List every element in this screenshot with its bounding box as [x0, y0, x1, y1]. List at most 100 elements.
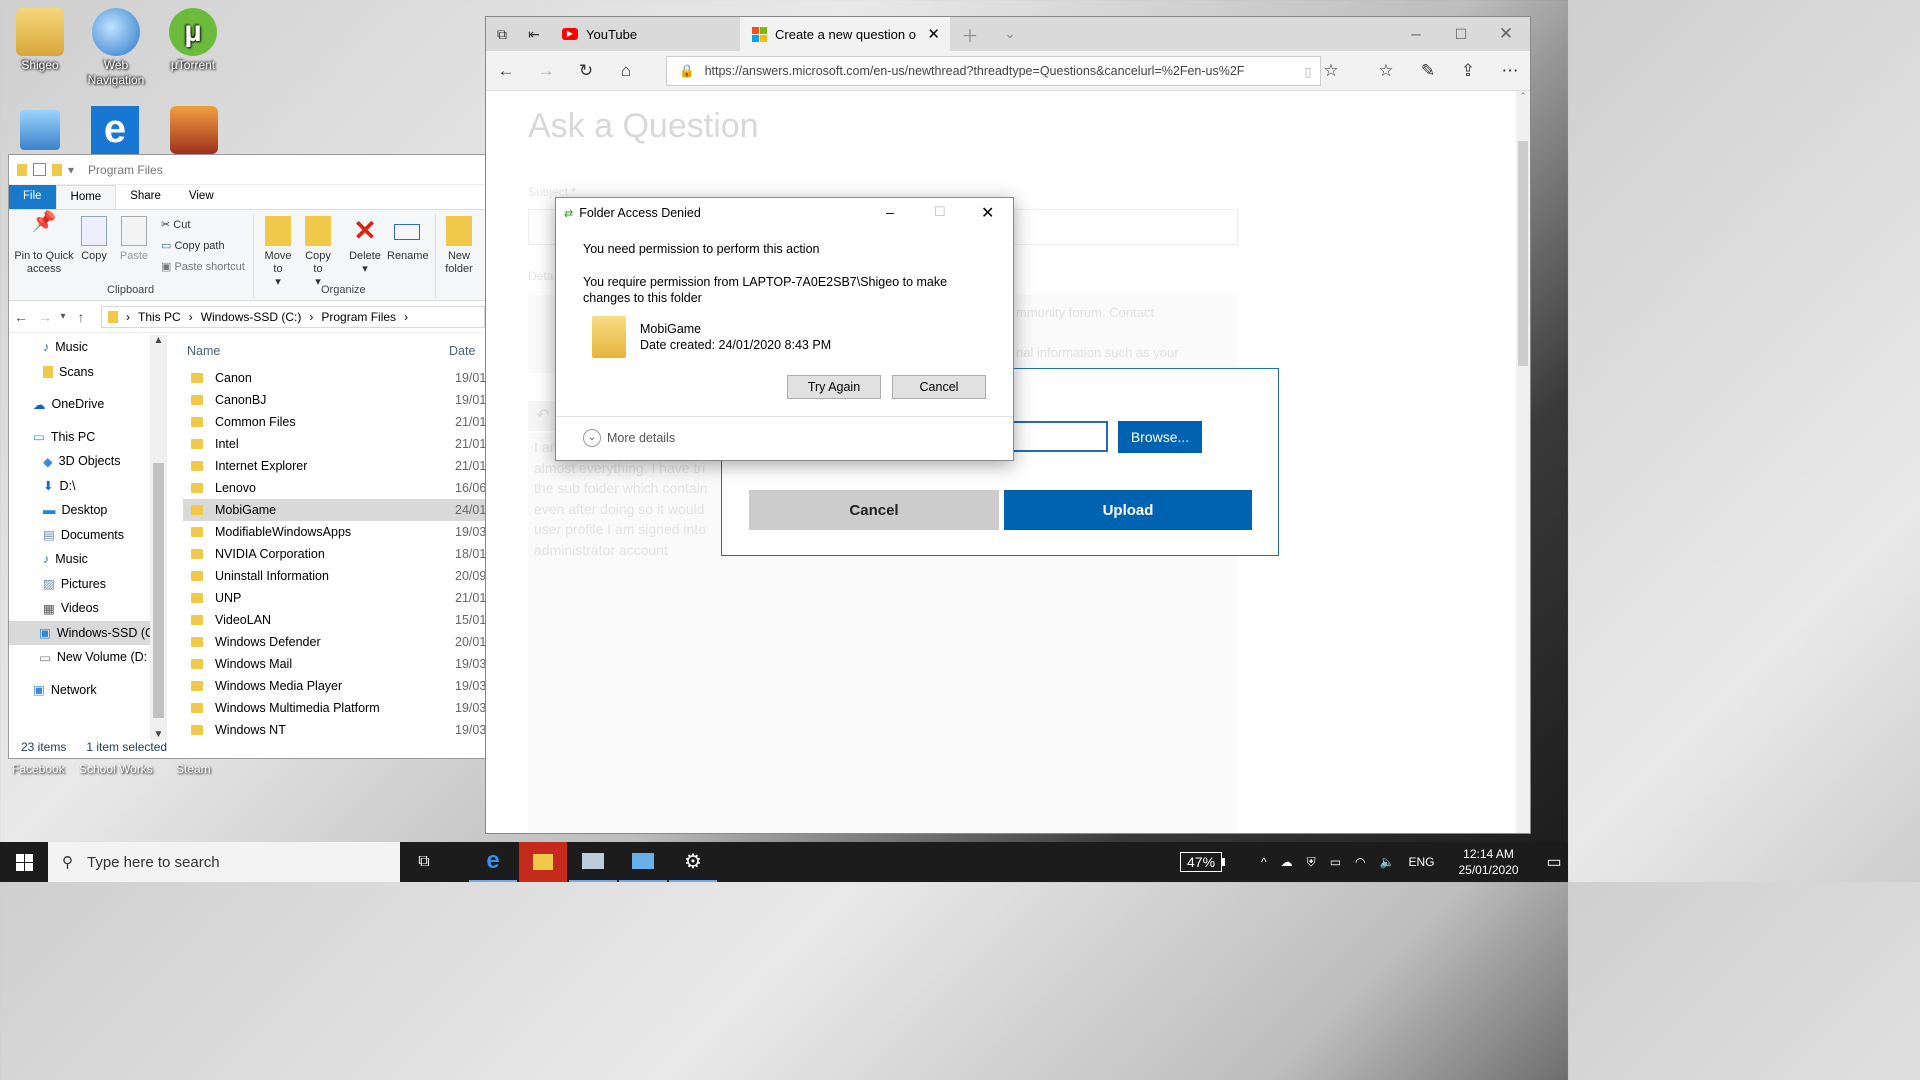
file-row[interactable]: Windows Defender 20/01	[183, 631, 485, 653]
tab-view[interactable]: View	[175, 185, 228, 209]
tab-list-chevron-icon[interactable]: ⌄	[990, 26, 1030, 42]
file-row[interactable]: Internet Explorer 21/01	[183, 455, 485, 477]
nav-item-music[interactable]: ♪ Music	[9, 335, 167, 360]
properties-icon[interactable]	[33, 163, 46, 176]
file-row[interactable]: Common Files 21/01	[183, 411, 485, 433]
copy-button[interactable]: Copy	[77, 216, 111, 263]
scroll-down-icon[interactable]: ▼	[150, 729, 167, 740]
more-options-icon[interactable]: ⋯	[1490, 61, 1530, 81]
file-row[interactable]: CanonBJ 19/01	[183, 389, 485, 411]
delete-button[interactable]: ✕ Delete ▾	[347, 216, 383, 276]
desktop-label-steam[interactable]: Steam	[176, 762, 211, 776]
app-taskbar-icon-2[interactable]	[619, 842, 667, 882]
nav-item-new-volume[interactable]: ▭ New Volume (D:	[9, 645, 167, 670]
nav-item-onedrive[interactable]: ☁ OneDrive	[9, 392, 167, 417]
close-tab-icon[interactable]: ✕	[927, 25, 940, 43]
task-view-icon[interactable]: ⧉	[400, 842, 448, 882]
nav-item-network[interactable]: ▣ Network	[9, 678, 167, 703]
close-window-icon[interactable]: ✕	[1486, 24, 1526, 44]
tab-preview-icon[interactable]: ⧉	[486, 26, 518, 43]
file-row[interactable]: Lenovo 16/06	[183, 477, 485, 499]
cancel-upload-button[interactable]: Cancel	[749, 490, 999, 530]
nav-item-desktop[interactable]: ▬ Desktop	[9, 498, 167, 523]
back-arrow-icon[interactable]: ←	[9, 309, 33, 325]
show-hidden-icons-chevron-icon[interactable]: ^	[1261, 855, 1267, 869]
paste-button[interactable]: Paste	[117, 216, 151, 263]
tab-share[interactable]: Share	[116, 185, 175, 209]
scroll-up-icon[interactable]: ▲	[150, 335, 167, 346]
set-aside-tabs-icon[interactable]: ⇤	[518, 26, 550, 43]
nav-item-music-2[interactable]: ♪ Music	[9, 547, 167, 572]
cut-button[interactable]: ✂ Cut	[161, 218, 190, 231]
breadcrumb-program-files[interactable]: Program Files	[321, 310, 396, 324]
nav-item-this-pc[interactable]: ▭ This PC	[9, 425, 167, 450]
nav-item-documents[interactable]: ▤ Documents	[9, 523, 167, 548]
security-shield-icon[interactable]: ⛨	[1307, 855, 1316, 870]
column-header-date[interactable]: Date	[449, 344, 475, 358]
try-again-button[interactable]: Try Again	[787, 375, 881, 399]
nav-item-d-drive[interactable]: ⬇ D:\	[9, 474, 167, 499]
minimize-icon[interactable]: –	[1396, 24, 1436, 44]
file-row[interactable]: Uninstall Information 20/09	[183, 565, 485, 587]
up-arrow-icon[interactable]: ↑	[69, 309, 93, 325]
tab-create-question[interactable]: Create a new question o ✕	[740, 17, 950, 51]
tab-home[interactable]: Home	[55, 185, 117, 209]
home-icon[interactable]: ⌂	[606, 61, 646, 81]
pen-icon[interactable]: ✎	[1408, 61, 1448, 81]
dialog-minimize-icon[interactable]: –	[886, 204, 894, 220]
game-icon[interactable]	[170, 106, 218, 154]
url-text[interactable]: https://answers.microsoft.com/en-us/newt…	[705, 64, 1295, 78]
scrollbar-thumb[interactable]	[153, 463, 164, 718]
pin-to-quick-access-button[interactable]: 📌 Pin to Quick access	[13, 212, 75, 276]
new-folder-qat-icon[interactable]	[52, 163, 62, 176]
more-details-toggle[interactable]: ⌄ More details	[583, 429, 675, 447]
paste-shortcut-button[interactable]: ▣ Paste shortcut	[161, 260, 245, 273]
recent-dropdown-icon[interactable]: ▾	[57, 311, 69, 322]
copy-to-button[interactable]: Copy to ▾	[301, 216, 335, 289]
scrollbar-thumb[interactable]	[1518, 141, 1528, 366]
app-taskbar-icon[interactable]	[569, 842, 617, 882]
file-row[interactable]: ModifiableWindowsApps 19/03	[183, 521, 485, 543]
favorites-hub-icon[interactable]: ☆	[1366, 61, 1406, 81]
dialog-close-icon[interactable]: ✕	[981, 203, 994, 223]
file-row[interactable]: VideoLAN 15/01	[183, 609, 485, 631]
forward-arrow-icon[interactable]: →	[526, 61, 566, 81]
nav-item-windows-ssd[interactable]: ▣ Windows-SSD (C	[9, 620, 167, 645]
battery-tray-icon[interactable]: ▭	[1330, 855, 1341, 869]
tab-youtube[interactable]: ▶ YouTube	[550, 17, 740, 51]
column-header-name[interactable]: Name	[183, 344, 449, 358]
breadcrumb[interactable]: › This PC › Windows-SSD (C:) › Program F…	[101, 305, 485, 328]
nav-item-scans[interactable]: Scans	[9, 360, 167, 385]
page-scrollbar[interactable]: ⌃	[1516, 91, 1530, 833]
forward-arrow-icon[interactable]: →	[33, 309, 57, 325]
url-bar[interactable]: 🔒 https://answers.microsoft.com/en-us/ne…	[666, 56, 1321, 86]
notifications-icon[interactable]: ▭	[1547, 852, 1562, 872]
upload-button[interactable]: Upload	[1004, 490, 1252, 530]
battery-indicator[interactable]: 47%	[1180, 852, 1226, 872]
edge-desktop-icon[interactable]: e	[91, 106, 139, 154]
onedrive-cloud-icon[interactable]: ☁	[1281, 855, 1293, 869]
refresh-icon[interactable]: ↻	[566, 61, 606, 81]
desktop-label-facebook[interactable]: Facebook	[12, 762, 65, 776]
file-row[interactable]: UNP 21/01	[183, 587, 485, 609]
language-indicator[interactable]: ENG	[1408, 855, 1434, 869]
dialog-cancel-button[interactable]: Cancel	[892, 375, 986, 399]
nav-item-pictures[interactable]: ▨ Pictures	[9, 572, 167, 597]
settings-taskbar-icon[interactable]: ⚙	[669, 842, 717, 882]
wifi-icon[interactable]: ◠	[1355, 855, 1365, 869]
file-row[interactable]: NVIDIA Corporation 18/01	[183, 543, 485, 565]
nav-item-videos[interactable]: ▦ Videos	[9, 596, 167, 621]
maximize-icon[interactable]: ☐	[1441, 26, 1481, 43]
nav-item-3d-objects[interactable]: ◆ 3D Objects	[9, 449, 167, 474]
scroll-up-icon[interactable]: ⌃	[1516, 91, 1530, 102]
navigation-scrollbar[interactable]: ▲ ▼	[150, 335, 167, 740]
desktop-icon-shigeo[interactable]: Shigeo	[0, 8, 80, 73]
desktop-icon-utorrent[interactable]: µ µTorrent	[153, 8, 233, 73]
edge-taskbar-icon[interactable]: e	[469, 842, 517, 882]
file-path-input[interactable]	[1012, 421, 1108, 452]
file-row[interactable]: Windows Media Player 19/03	[183, 675, 485, 697]
file-row[interactable]: Windows NT 19/03	[183, 719, 485, 740]
start-button[interactable]	[0, 842, 48, 882]
qat-dropdown-icon[interactable]: ▾	[68, 163, 74, 177]
new-tab-icon[interactable]: ＋	[950, 22, 990, 47]
